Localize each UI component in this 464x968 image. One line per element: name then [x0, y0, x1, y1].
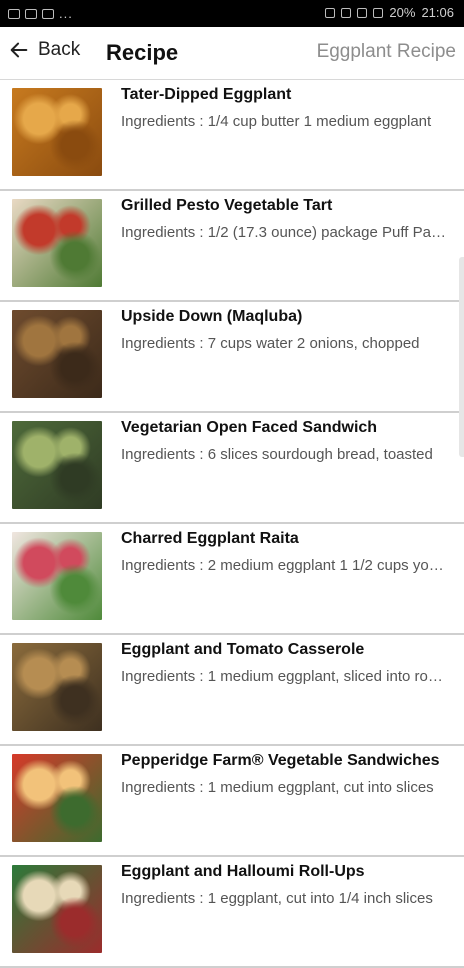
recipe-ingredients: Ingredients : 1/2 (17.3 ounce) package P… [121, 224, 450, 241]
edge-panel-handle[interactable] [459, 257, 464, 457]
recipe-thumbnail [12, 754, 102, 842]
alarm-icon [325, 7, 336, 18]
recipe-ingredients: Ingredients : 1 medium eggplant, cut int… [121, 779, 434, 796]
app-bar: Back Recipe Eggplant Recipe [0, 27, 464, 80]
wifi-icon [357, 7, 368, 18]
system-icons: 20% 21:06 [325, 5, 454, 20]
recipe-thumbnail [12, 532, 102, 620]
recipe-thumbnail [12, 643, 102, 731]
recipe-thumbnail [12, 421, 102, 509]
recipe-ingredients: Ingredients : 7 cups water 2 onions, cho… [121, 335, 420, 352]
back-button[interactable]: Back [8, 39, 80, 61]
back-label: Back [38, 39, 81, 60]
mute-icon [341, 7, 352, 18]
recipe-list: Tater-Dipped Eggplant Ingredients : 1/4 c… [0, 80, 464, 968]
recipe-name: Eggplant and Tomato Casserole [121, 641, 365, 658]
recipe-name: Pepperidge Farm® Vegetable Sandwiches [121, 752, 440, 769]
recipe-list-item[interactable]: Grilled Pesto Vegetable Tart Ingredients … [0, 191, 464, 302]
recipe-list-item[interactable]: Pepperidge Farm® Vegetable Sandwiches Ing… [0, 746, 464, 857]
recipe-thumbnail [12, 88, 102, 176]
recipe-thumbnail [12, 199, 102, 287]
recipe-name: Tater-Dipped Eggplant [121, 86, 292, 103]
notification-icons: ... [8, 6, 73, 21]
more-notifications-icon: ... [59, 6, 73, 21]
clock: 21:06 [421, 5, 454, 20]
recipe-name: Vegetarian Open Faced Sandwich [121, 419, 378, 436]
notification-icon [25, 8, 37, 19]
recipe-name: Upside Down (Maqluba) [121, 308, 303, 325]
recipe-thumbnail [12, 865, 102, 953]
signal-icon [373, 7, 384, 18]
recipe-name: Charred Eggplant Raita [121, 530, 299, 547]
recipe-name: Eggplant and Halloumi Roll-Ups [121, 863, 365, 880]
arrow-left-icon [10, 42, 28, 58]
recipe-ingredients: Ingredients : 6 slices sourdough bread, … [121, 446, 433, 463]
recipe-list-item[interactable]: Eggplant and Halloumi Roll-Ups Ingredient… [0, 857, 464, 968]
recipe-list-item[interactable]: Eggplant and Tomato Casserole Ingredients… [0, 635, 464, 746]
recipe-thumbnail [12, 310, 102, 398]
recipe-ingredients: Ingredients : 1 eggplant, cut into 1/4 i… [121, 890, 433, 907]
status-bar: ... 20% 21:06 [0, 0, 464, 27]
category-title: Eggplant Recipe [316, 41, 456, 62]
recipe-ingredients: Ingredients : 2 medium eggplant 1 1/2 cu… [121, 557, 450, 574]
recipe-ingredients: Ingredients : 1/4 cup butter 1 medium eg… [121, 113, 432, 130]
notification-icon [8, 8, 20, 19]
page-title: Recipe [106, 40, 179, 65]
notification-icon [42, 8, 54, 19]
recipe-list-item[interactable]: Charred Eggplant Raita Ingredients : 2 me… [0, 524, 464, 635]
battery-level: 20% [389, 5, 416, 20]
recipe-list-item[interactable]: Upside Down (Maqluba) Ingredients : 7 cup… [0, 302, 464, 413]
recipe-ingredients: Ingredients : 1 medium eggplant, sliced … [121, 668, 450, 685]
recipe-list-item[interactable]: Tater-Dipped Eggplant Ingredients : 1/4 c… [0, 80, 464, 191]
recipe-list-item[interactable]: Vegetarian Open Faced Sandwich Ingredient… [0, 413, 464, 524]
recipe-name: Grilled Pesto Vegetable Tart [121, 197, 333, 214]
